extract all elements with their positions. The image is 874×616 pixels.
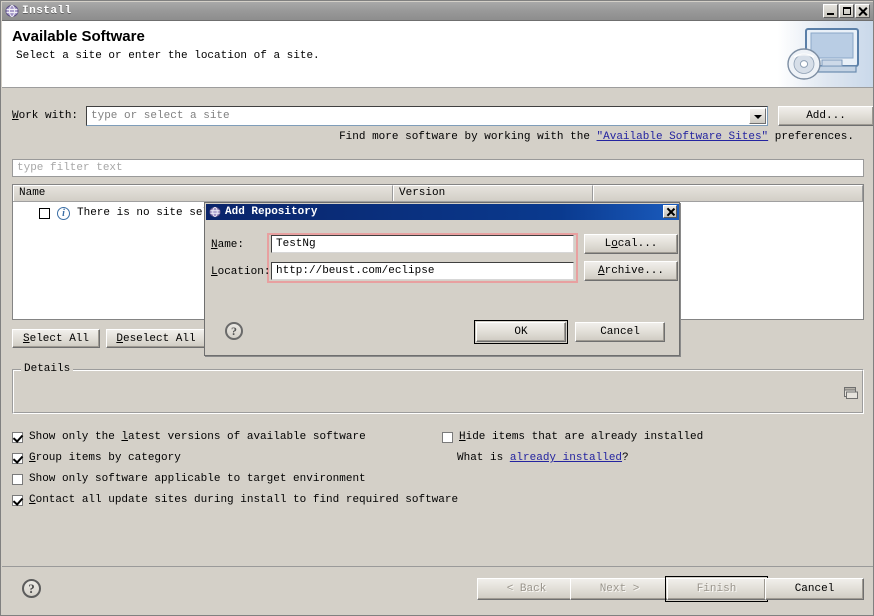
option-label: Show only the latest versions of availab… bbox=[29, 431, 366, 443]
next-button[interactable]: Next > bbox=[570, 578, 669, 600]
work-with-label: Work with: bbox=[12, 110, 79, 122]
dialog-close-button[interactable] bbox=[663, 205, 677, 218]
find-more-text: Find more software by working with the "… bbox=[2, 131, 854, 143]
option-label: Hide items that are already installed bbox=[459, 431, 704, 443]
dialog-title: Add Repository bbox=[225, 206, 318, 218]
close-button[interactable] bbox=[855, 4, 870, 18]
checkbox[interactable] bbox=[12, 494, 23, 506]
archive-button[interactable]: Archive... bbox=[584, 261, 678, 281]
cancel-button-label: Cancel bbox=[794, 583, 835, 595]
help-icon[interactable]: ? bbox=[22, 579, 41, 598]
row-checkbox[interactable] bbox=[39, 207, 50, 219]
table-header-row: Name Version bbox=[13, 185, 863, 202]
select-all-label: Select All bbox=[22, 332, 90, 345]
dialog-help-icon[interactable]: ? bbox=[225, 322, 243, 340]
find-more-suffix: preferences. bbox=[768, 131, 854, 143]
find-more-prefix: Find more software by working with the bbox=[339, 131, 597, 143]
what-is-prefix: What is bbox=[457, 452, 510, 464]
what-is-already-installed: What is already installed? bbox=[457, 452, 629, 464]
option-label: Show only software applicable to target … bbox=[29, 473, 366, 485]
option-contact-update-sites[interactable]: Contact all update sites during install … bbox=[12, 494, 458, 506]
back-button-label: < Back bbox=[506, 583, 547, 595]
work-with-combo[interactable]: type or select a site bbox=[86, 106, 768, 126]
add-button[interactable]: Add... bbox=[778, 106, 873, 126]
name-field-value: TestNg bbox=[276, 238, 316, 250]
work-with-input[interactable]: type or select a site bbox=[87, 110, 230, 122]
finish-button[interactable]: Finish bbox=[665, 576, 768, 602]
wizard-banner: Available Software Select a site or ente… bbox=[2, 21, 873, 88]
next-button-label: Next > bbox=[599, 583, 640, 595]
local-button-label: Local... bbox=[604, 238, 658, 250]
column-header-version[interactable]: Version bbox=[393, 185, 593, 201]
add-button-label: Add... bbox=[806, 110, 846, 122]
location-label: Location: bbox=[211, 266, 271, 278]
ok-button[interactable]: OK bbox=[474, 320, 568, 344]
restore-details-icon[interactable] bbox=[844, 387, 858, 399]
page-title: Available Software bbox=[12, 28, 145, 45]
checkbox[interactable] bbox=[12, 452, 23, 464]
add-repository-dialog: Add Repository Name: TestNg Location: ht… bbox=[204, 202, 680, 356]
filter-placeholder: type filter text bbox=[17, 162, 123, 174]
details-group: Details bbox=[12, 363, 864, 414]
chevron-down-icon[interactable] bbox=[749, 108, 766, 124]
option-hide-installed[interactable]: Hide items that are already installed bbox=[442, 431, 703, 443]
minimize-button[interactable] bbox=[823, 4, 838, 18]
dialog-cancel-button[interactable]: Cancel bbox=[575, 322, 665, 342]
window-title: Install bbox=[22, 5, 72, 17]
window-titlebar: Install bbox=[2, 2, 873, 21]
option-show-latest-versions[interactable]: Show only the latest versions of availab… bbox=[12, 431, 366, 443]
local-button[interactable]: Local... bbox=[584, 234, 678, 254]
wizard-button-bar: ? < Back Next > Finish Cancel bbox=[2, 566, 873, 615]
finish-button-label: Finish bbox=[696, 583, 737, 595]
checkbox[interactable] bbox=[12, 431, 23, 443]
cancel-button[interactable]: Cancel bbox=[765, 578, 864, 600]
details-legend: Details bbox=[21, 363, 74, 375]
option-show-applicable-target[interactable]: Show only software applicable to target … bbox=[12, 473, 366, 485]
select-all-button[interactable]: Select All bbox=[12, 329, 100, 348]
already-installed-link[interactable]: already installed bbox=[510, 452, 622, 464]
option-label: Group items by category bbox=[29, 452, 181, 464]
eclipse-globe-icon bbox=[5, 4, 19, 18]
archive-button-label: Archive... bbox=[597, 265, 665, 277]
ok-button-label: OK bbox=[514, 326, 528, 338]
page-subtitle: Select a site or enter the location of a… bbox=[16, 50, 320, 62]
install-wizard-window: Install Available Software Select a site… bbox=[0, 0, 874, 616]
name-field[interactable]: TestNg bbox=[271, 235, 574, 253]
eclipse-globe-icon bbox=[209, 206, 221, 218]
filter-input[interactable]: type filter text bbox=[12, 159, 864, 177]
available-software-sites-link[interactable]: "Available Software Sites" bbox=[597, 131, 769, 143]
option-label: Contact all update sites during install … bbox=[29, 494, 459, 506]
what-is-suffix: ? bbox=[622, 452, 629, 464]
checkbox[interactable] bbox=[12, 473, 23, 485]
install-computer-cd-icon bbox=[778, 21, 873, 87]
dialog-titlebar: Add Repository bbox=[206, 204, 679, 220]
dialog-cancel-button-label: Cancel bbox=[600, 326, 640, 338]
checkbox[interactable] bbox=[442, 431, 453, 443]
details-inner-border bbox=[13, 370, 863, 413]
deselect-all-button[interactable]: Deselect All bbox=[106, 329, 206, 348]
deselect-all-label: Deselect All bbox=[116, 332, 196, 345]
name-label: Name: bbox=[211, 239, 245, 251]
column-header-name[interactable]: Name bbox=[13, 185, 393, 201]
location-field[interactable]: http://beust.com/eclipse bbox=[271, 262, 574, 280]
window-controls bbox=[823, 4, 870, 18]
info-icon: i bbox=[57, 206, 70, 220]
back-button[interactable]: < Back bbox=[477, 578, 576, 600]
work-with-row: Work with: type or select a site Add... bbox=[12, 106, 873, 126]
option-group-by-category[interactable]: Group items by category bbox=[12, 452, 181, 464]
column-header-filler bbox=[593, 185, 863, 201]
location-field-value: http://beust.com/eclipse bbox=[276, 265, 435, 277]
maximize-button[interactable] bbox=[839, 4, 854, 18]
